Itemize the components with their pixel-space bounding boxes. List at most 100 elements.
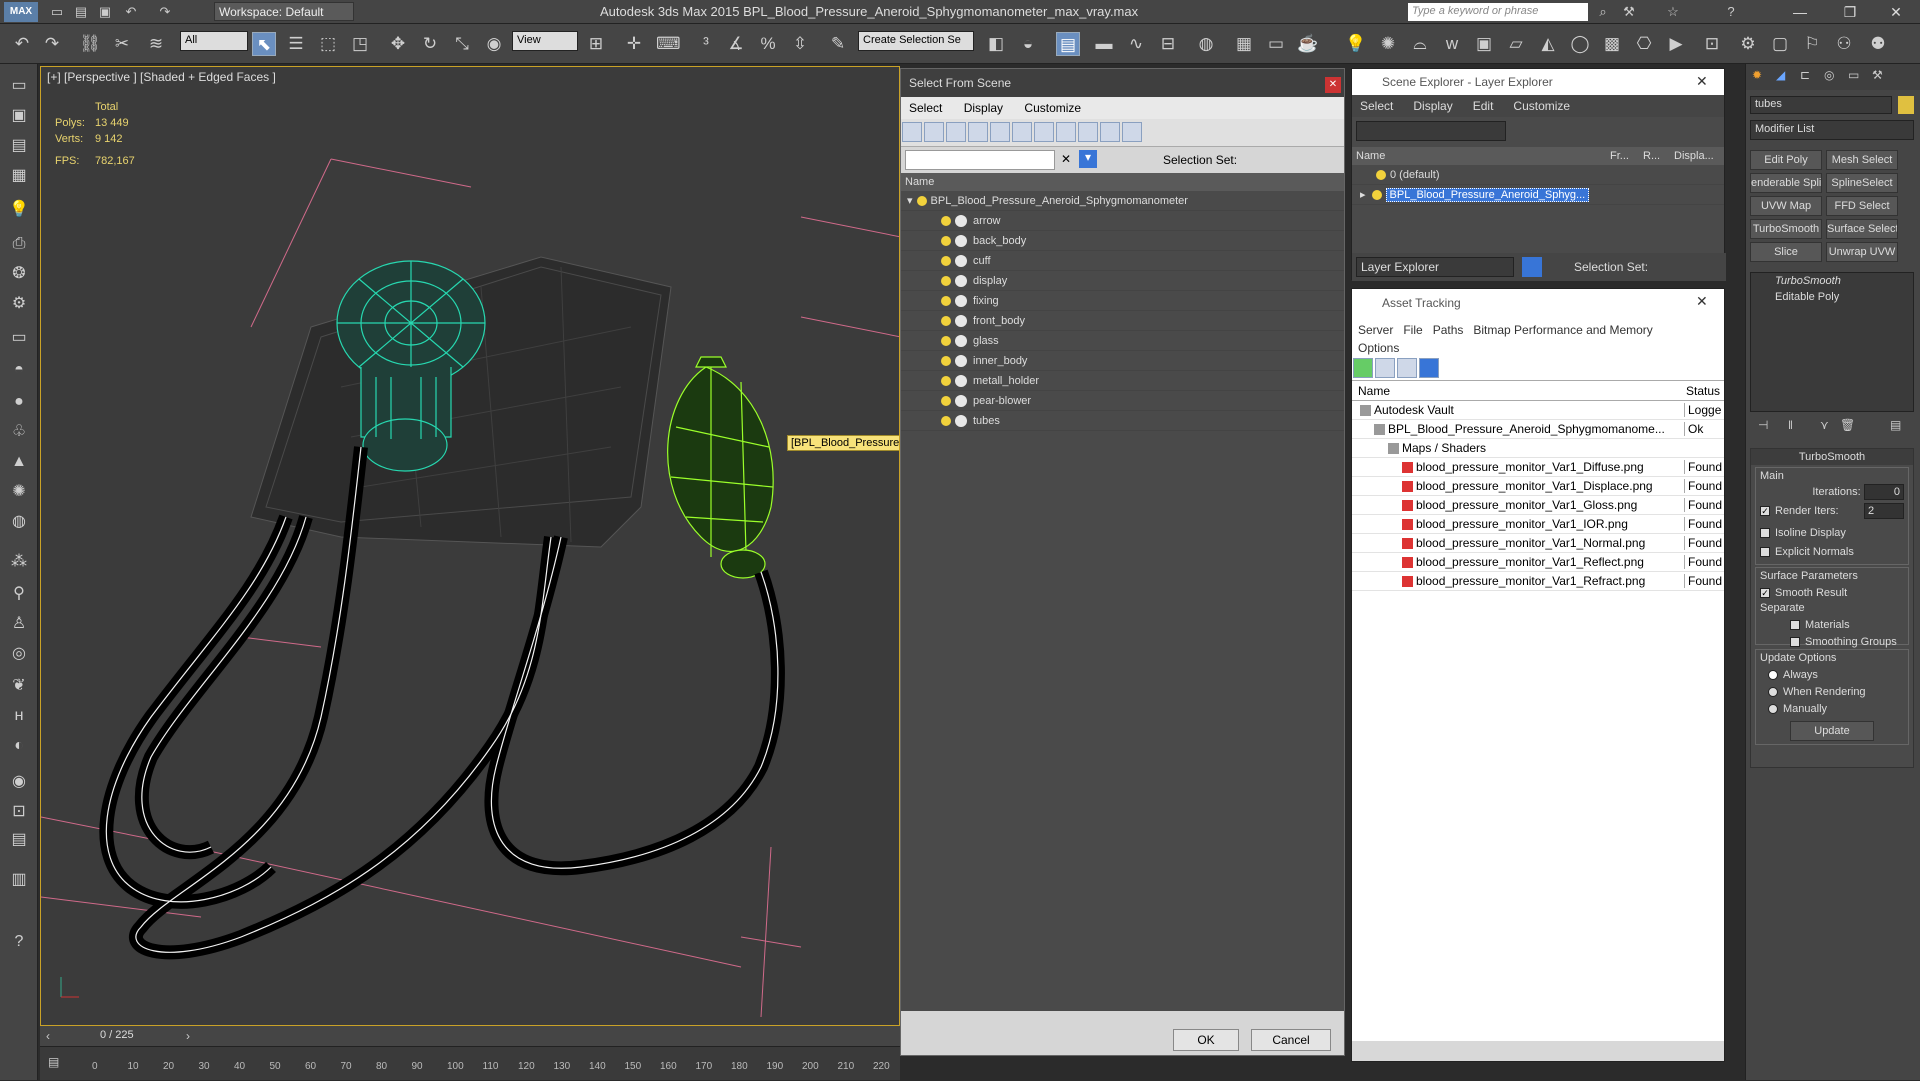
modifier-button[interactable]: SplineSelect [1826, 173, 1898, 193]
stack-item-turbosmooth[interactable]: TurboSmooth [1751, 273, 1913, 289]
render-iters-checkbox[interactable]: ✓ [1760, 505, 1770, 516]
visibility-bulb-icon[interactable] [916, 196, 927, 207]
visibility-bulb-icon[interactable] [941, 316, 951, 327]
track-bar[interactable]: ▤ 0 10 20 30 40 50 60 70 80 90 100 110 120 130 140 150 1… [40, 1046, 900, 1080]
prev-frame-icon[interactable]: ‹ [46, 1029, 50, 1043]
scene-object-row[interactable]: arrow [901, 211, 1344, 231]
vray-fur-icon[interactable]: ᴡ [1440, 32, 1464, 56]
asset-col-status[interactable]: Status [1686, 384, 1720, 398]
layer-icon[interactable] [1522, 257, 1542, 277]
always-radio[interactable] [1768, 669, 1778, 680]
scene-object-row[interactable]: back_body [901, 231, 1344, 251]
pivot-center-icon[interactable]: ⊞ [584, 32, 608, 56]
visibility-bulb-icon[interactable] [941, 216, 951, 227]
modifier-button[interactable]: Surface Select [1826, 219, 1898, 239]
layer-row-default[interactable]: 0 (default) [1352, 165, 1724, 185]
filter-geometry-icon[interactable] [902, 122, 922, 142]
menu-select[interactable]: Select [909, 101, 942, 115]
helper-icon[interactable]: ❂ [7, 262, 31, 286]
select-by-name-icon[interactable]: ☰ [284, 32, 308, 56]
rendered-frame-icon[interactable]: ▭ [1264, 32, 1288, 56]
mirror-icon[interactable]: ◧ [984, 32, 1008, 56]
asset-row[interactable]: BPL_Blood_Pressure_Aneroid_Sphygmomanome… [1352, 420, 1724, 439]
close-button[interactable]: ✕ [1876, 2, 1916, 22]
iterations-spinner[interactable]: 0 [1864, 484, 1904, 500]
shell-icon[interactable]: ◐ [7, 734, 31, 758]
curve-editor-icon[interactable]: ∿ [1124, 32, 1148, 56]
filter-icon[interactable]: ▾ [1079, 150, 1097, 168]
redo-icon[interactable]: ↷ [40, 32, 64, 56]
tree-icon[interactable]: ♧ [7, 420, 31, 444]
table-icon[interactable] [1419, 358, 1439, 378]
scene-object-row[interactable]: glass [901, 331, 1344, 351]
scene-object-row[interactable]: cuff [901, 251, 1344, 271]
visibility-bulb-icon[interactable] [941, 336, 951, 347]
star-icon[interactable]: ☆ [1664, 4, 1682, 20]
cone-icon[interactable]: ▲ [7, 450, 31, 474]
bind-space-warp-icon[interactable]: ≋ [144, 32, 168, 56]
dome-icon[interactable]: ◓ [7, 358, 31, 382]
col-display[interactable]: Displa... [1674, 150, 1714, 162]
utilities-tab-icon[interactable]: ⚒ [1872, 68, 1883, 82]
schematic-view-icon[interactable]: ⊟ [1156, 32, 1180, 56]
configure-sets-icon[interactable]: ▤ [1890, 418, 1901, 432]
expand-icon[interactable]: ▾ [907, 195, 913, 207]
vray-dome-icon[interactable]: ⌓ [1408, 32, 1432, 56]
ribbon-icon[interactable]: ▬ [1092, 32, 1116, 56]
folder-icon[interactable]: ▥ [7, 868, 31, 892]
selection-filter-dropdown[interactable]: All [180, 31, 248, 51]
modifier-button[interactable]: Mesh Select [1826, 150, 1898, 170]
render-setup-icon[interactable]: ▦ [1232, 32, 1256, 56]
visibility-bulb-icon[interactable] [941, 296, 951, 307]
filter-containers-icon[interactable] [1100, 122, 1120, 142]
create-table-icon[interactable]: ▦ [7, 164, 31, 188]
filter-shapes-icon[interactable] [924, 122, 944, 142]
visibility-bulb-icon[interactable] [941, 256, 951, 267]
show-end-icon[interactable]: ‖ [1788, 418, 1793, 432]
scale-icon[interactable]: ⤡ [450, 32, 474, 56]
light-icon[interactable]: 💡 [7, 198, 31, 222]
vray-light-icon[interactable]: 💡 [1344, 32, 1368, 56]
vray-plane-icon[interactable]: ▱ [1504, 32, 1528, 56]
bulb-icon[interactable] [1376, 170, 1386, 181]
asset-close-icon[interactable]: ✕ [1696, 293, 1708, 310]
smoothing-groups-checkbox[interactable] [1790, 636, 1800, 647]
se-search-input[interactable] [1356, 121, 1506, 141]
object-color-swatch[interactable] [1898, 96, 1914, 114]
save-file-icon[interactable]: ▣ [96, 4, 114, 20]
cancel-button[interactable]: Cancel [1251, 1029, 1331, 1051]
place-icon[interactable]: ◉ [482, 32, 506, 56]
clear-search-icon[interactable]: ✕ [1061, 152, 1071, 166]
asset-row[interactable]: blood_pressure_monitor_Var1_Displace.png… [1352, 477, 1724, 496]
scene-search-input[interactable] [905, 150, 1055, 170]
vray-toolbar-icon[interactable]: ▢ [1768, 32, 1792, 56]
explicit-normals-checkbox[interactable] [1760, 546, 1770, 557]
asset-row[interactable]: blood_pressure_monitor_Var1_Refract.png F… [1352, 572, 1724, 591]
select-object-icon[interactable]: ⬉ [252, 32, 276, 56]
modifier-button[interactable]: FFD Select [1826, 196, 1898, 216]
minimize-button[interactable]: — [1780, 2, 1820, 22]
rect-selection-icon[interactable]: ⬚ [316, 32, 340, 56]
scene-object-row[interactable]: metall_holder [901, 371, 1344, 391]
workspace-dropdown[interactable]: Workspace: Default [214, 2, 354, 21]
maximize-button[interactable]: ❐ [1830, 2, 1870, 22]
col-name[interactable]: Name [1356, 150, 1385, 162]
named-selection-dropdown[interactable]: Create Selection Se [858, 31, 974, 51]
new-file-icon[interactable]: ▭ [48, 4, 66, 20]
modifier-button[interactable]: Edit Poly [1750, 150, 1822, 170]
asset-menu-paths[interactable]: Paths [1433, 323, 1464, 337]
help-icon[interactable]: ? [1722, 4, 1740, 20]
se-menu-edit[interactable]: Edit [1473, 99, 1494, 113]
vray-mesh-icon[interactable]: ▩ [1600, 32, 1624, 56]
menu-display[interactable]: Display [964, 101, 1003, 115]
vray-settings-icon[interactable]: ⚙ [1736, 32, 1760, 56]
scene-explorer-close-icon[interactable]: ✕ [1696, 73, 1708, 90]
create-tab-icon[interactable]: ✹ [1752, 68, 1762, 82]
modifier-list-dropdown[interactable]: Modifier List [1750, 120, 1914, 140]
asset-row[interactable]: blood_pressure_monitor_Var1_IOR.png Found [1352, 515, 1724, 534]
asset-row[interactable]: blood_pressure_monitor_Var1_Diffuse.png F… [1352, 458, 1724, 477]
asset-menu-options[interactable]: Options [1358, 341, 1399, 355]
percent-snap-icon[interactable]: % [756, 32, 780, 56]
script-icon[interactable]: ▤ [7, 828, 31, 852]
se-menu-display[interactable]: Display [1413, 99, 1452, 113]
